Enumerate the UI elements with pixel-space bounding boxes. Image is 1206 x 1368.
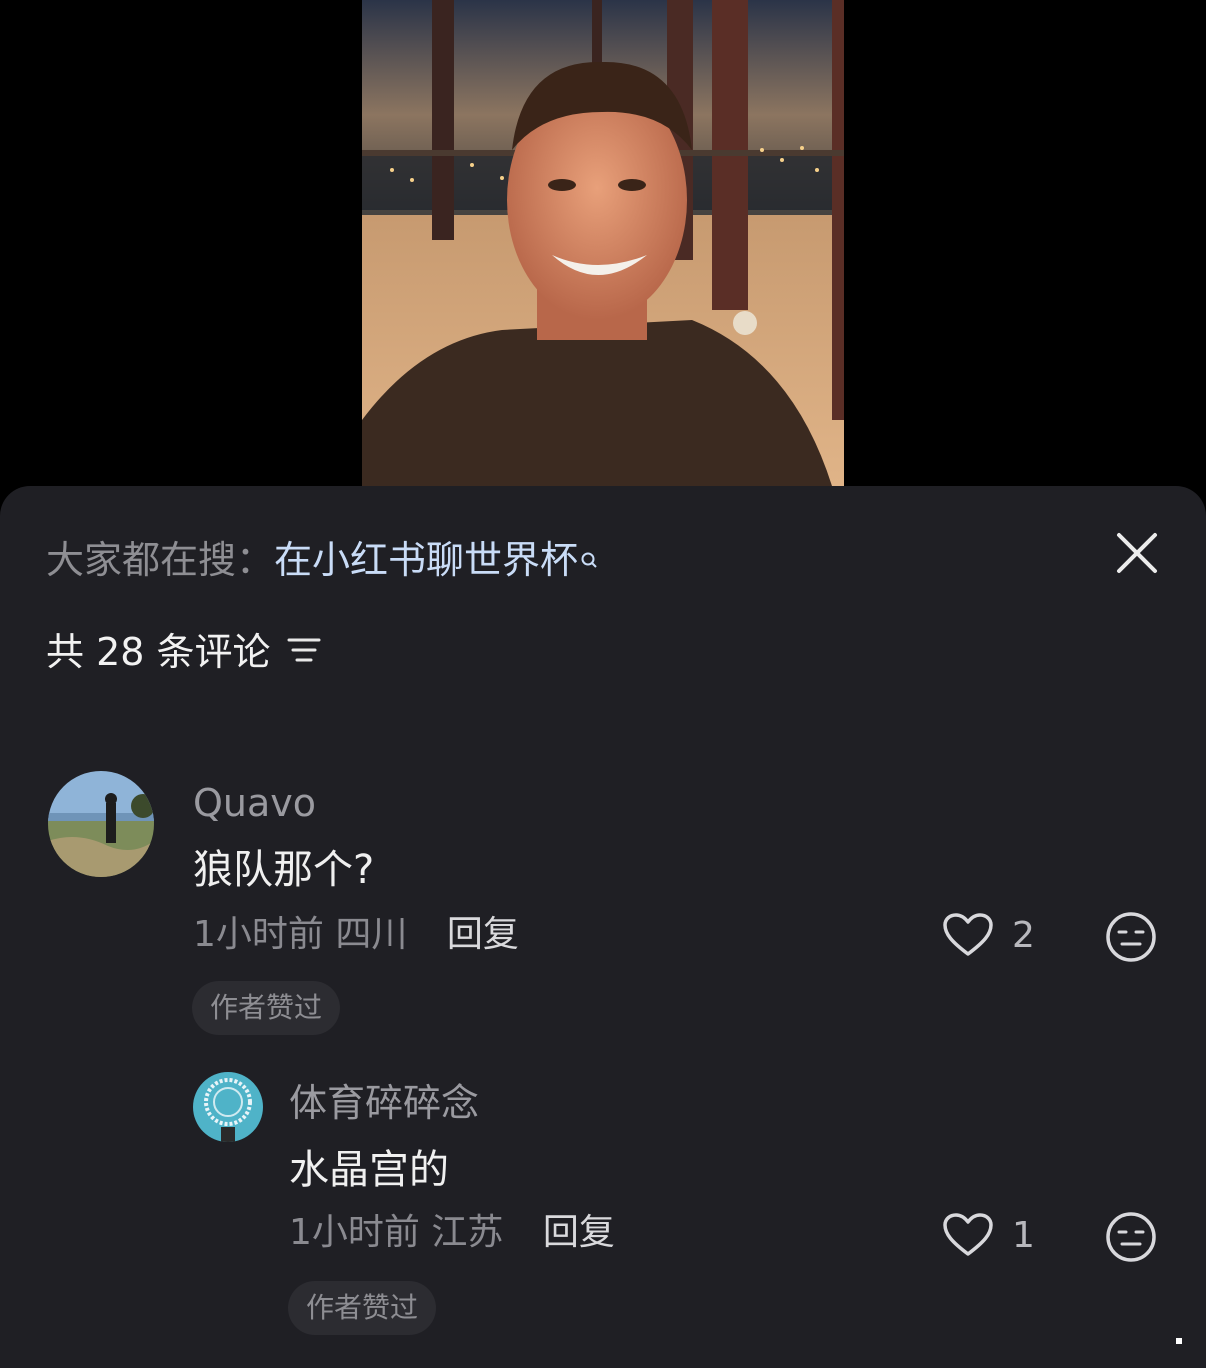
comment-location: 四川: [335, 914, 408, 955]
reply-button[interactable]: 回复: [543, 1212, 615, 1253]
close-button[interactable]: [1110, 526, 1164, 580]
reply-button[interactable]: 回复: [447, 914, 519, 955]
author-liked-badge: 作者赞过: [192, 981, 341, 1035]
reply-username[interactable]: 体育碎碎念: [289, 1078, 479, 1128]
author-liked-badge: 作者赞过: [288, 1281, 437, 1335]
comment-time: 1小时前: [193, 914, 324, 955]
app-root: 大家都在搜：在小红书聊世界杯 共 28 条评论 Quavo 狼队那个? 1小时前…: [0, 0, 1206, 1368]
meh-face-icon: [1106, 912, 1156, 962]
like-count: 2: [1012, 914, 1035, 956]
trending-search-term[interactable]: 在小红书聊世界杯: [274, 538, 578, 582]
heart-icon: [943, 1213, 993, 1256]
sort-icon[interactable]: [287, 626, 321, 678]
avatar[interactable]: [193, 1072, 263, 1142]
reply-location: 江苏: [431, 1212, 504, 1253]
close-icon: [1117, 533, 1157, 573]
trending-search-hint[interactable]: 大家都在搜：在小红书聊世界杯: [46, 534, 600, 586]
search-icon: [580, 534, 600, 586]
comment-text: 狼队那个?: [193, 847, 375, 893]
avatar[interactable]: [48, 771, 154, 877]
reply-text: 水晶宫的: [289, 1147, 449, 1193]
video-frame-image: [362, 0, 844, 486]
home-indicator: [1176, 1338, 1182, 1344]
reply-time: 1小时前: [289, 1212, 420, 1253]
trending-search-prefix: 大家都在搜：: [46, 538, 275, 582]
comment-count: 共 28 条评论: [46, 630, 271, 674]
heart-icon: [943, 913, 993, 956]
like-count: 1: [1012, 1214, 1035, 1256]
comment-username[interactable]: Quavo: [193, 778, 316, 828]
react-button[interactable]: [1104, 910, 1158, 968]
reply-meta: 1小时前 江苏 回复: [289, 1208, 615, 1258]
like-button[interactable]: 2: [942, 912, 1035, 958]
comment-count-row: 共 28 条评论: [46, 626, 321, 678]
video-player[interactable]: [362, 0, 844, 486]
meh-face-icon: [1106, 1212, 1156, 1262]
react-button[interactable]: [1104, 1210, 1158, 1268]
like-button[interactable]: 1: [942, 1212, 1035, 1258]
comment-meta: 1小时前 四川 回复: [193, 910, 519, 960]
